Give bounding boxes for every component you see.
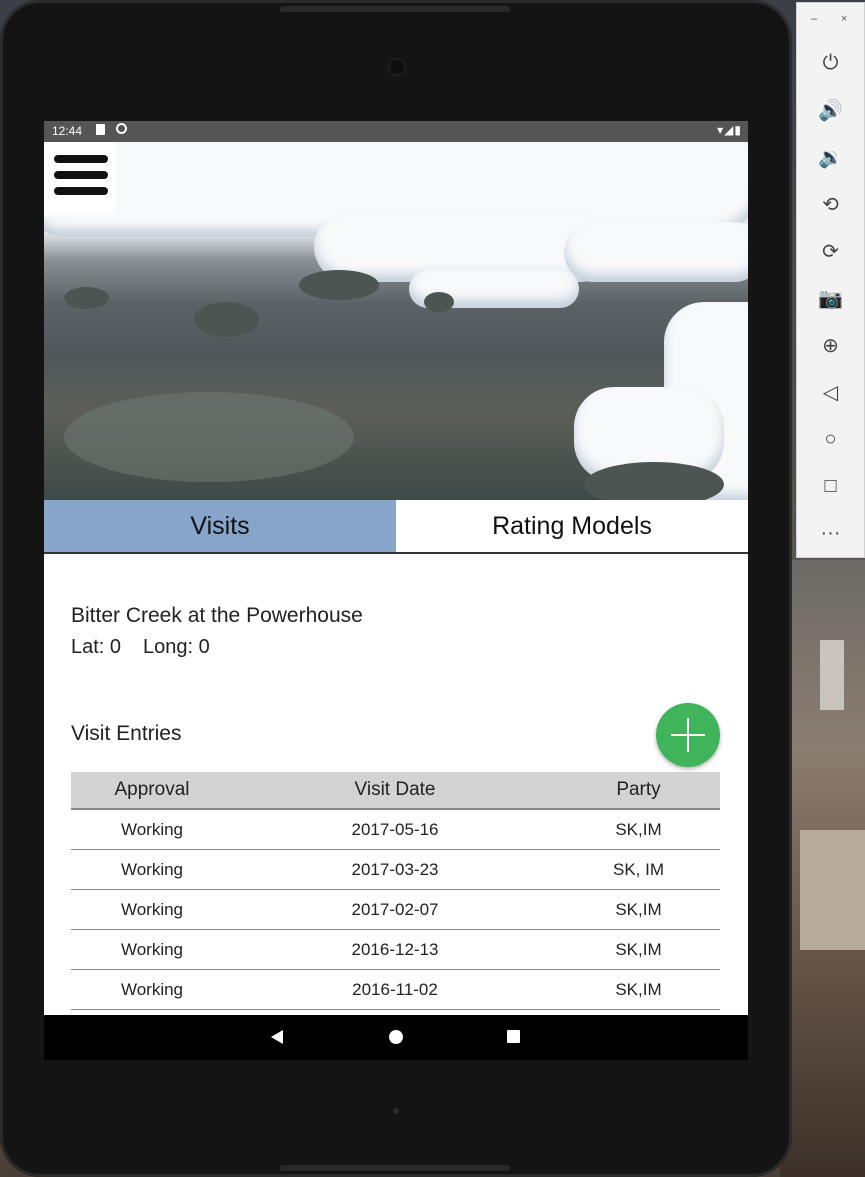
table-row[interactable]: Working 2017-02-07 SK,IM — [71, 890, 720, 930]
visit-date-cell: 2016-11-02 — [352, 979, 438, 999]
hamburger-icon-line — [54, 155, 108, 163]
table-row[interactable]: Working 2017-03-23 SK, IM — [71, 850, 720, 890]
rotate-right-icon[interactable]: ⟳ — [797, 236, 864, 266]
tab-visits[interactable]: Visits — [44, 500, 396, 552]
site-photo — [44, 142, 748, 500]
hamburger-icon-line — [54, 171, 108, 179]
tab-bar: Visits Rating Models — [44, 500, 748, 554]
approval-cell: Working — [120, 939, 184, 959]
nav-recents-icon[interactable] — [507, 1030, 520, 1043]
table-header: Approval Visit Date Party — [71, 772, 720, 810]
longitude: Long: 0 — [143, 636, 210, 658]
party-cell: SK,IM — [615, 979, 662, 999]
table-row[interactable]: Working 2016-12-13 SK,IM — [71, 930, 720, 970]
volume-up-icon[interactable]: 🔊 — [797, 95, 864, 125]
visit-date-cell: 2017-02-07 — [351, 899, 439, 919]
party-cell: SK, IM — [612, 859, 664, 879]
add-visit-button[interactable] — [656, 703, 720, 767]
close-button[interactable]: × — [841, 13, 847, 25]
volume-down-icon[interactable]: 🔉 — [797, 142, 864, 172]
visit-date-cell: 2017-03-23 — [351, 859, 439, 879]
sensor — [393, 1108, 399, 1114]
bezel-top — [280, 6, 510, 12]
tab-rating-models[interactable]: Rating Models — [396, 500, 748, 552]
column-approval: Approval — [114, 779, 190, 800]
column-party: Party — [616, 779, 661, 800]
overview-icon[interactable]: □ — [797, 471, 864, 501]
party-cell: SK,IM — [615, 819, 662, 839]
visit-date-cell: 2017-05-16 — [351, 819, 439, 839]
app-screen: 12:44 ▾◢▮ Visits Rating Models Bitter Cr… — [44, 121, 748, 1060]
table-row[interactable]: Working 2017-05-16 SK,IM — [71, 810, 720, 850]
home-icon[interactable]: ○ — [797, 424, 864, 454]
site-name: Bitter Creek at the Powerhouse — [71, 604, 363, 627]
tablet-frame: 12:44 ▾◢▮ Visits Rating Models Bitter Cr… — [0, 0, 792, 1177]
camera-icon[interactable]: 📷 — [797, 283, 864, 313]
sd-card-icon — [96, 124, 105, 135]
visit-entries-title: Visit Entries — [71, 722, 182, 745]
status-time: 12:44 — [52, 124, 83, 138]
signal-battery-icons: ▾◢▮ — [717, 123, 742, 137]
more-icon[interactable]: ··· — [797, 518, 864, 548]
sync-icon — [116, 123, 127, 134]
zoom-icon[interactable]: ⊕ — [797, 330, 864, 360]
approval-cell: Working — [120, 859, 184, 879]
table-row[interactable]: Working 2016-11-02 SK,IM — [71, 970, 720, 1010]
hamburger-icon-line — [54, 187, 108, 195]
android-nav-bar — [44, 1015, 748, 1060]
column-visit-date: Visit Date — [354, 779, 436, 800]
nav-home-icon[interactable] — [389, 1030, 403, 1044]
latitude: Lat: 0 — [71, 636, 122, 658]
camera-icon — [390, 60, 404, 74]
site-coordinates: Lat: 0 Long: 0 — [71, 636, 232, 659]
nav-back-icon[interactable] — [271, 1030, 283, 1044]
visits-table: Approval Visit Date Party Working 2017-0… — [71, 772, 720, 1010]
bezel-bottom — [280, 1165, 510, 1171]
visit-date-cell: 2016-12-13 — [351, 939, 439, 959]
approval-cell: Working — [120, 819, 184, 839]
desktop-background — [780, 560, 865, 1177]
menu-button[interactable] — [44, 142, 116, 215]
party-cell: SK,IM — [615, 939, 662, 959]
status-bar: 12:44 ▾◢▮ — [44, 121, 748, 142]
power-icon[interactable]: ⏻ — [797, 48, 864, 78]
approval-cell: Working — [120, 979, 184, 999]
approval-cell: Working — [120, 899, 184, 919]
minimize-button[interactable]: – — [811, 13, 817, 25]
back-icon[interactable]: ◁ — [797, 377, 864, 407]
emulator-toolbar: – × ⏻ 🔊 🔉 ⟲ ⟳ 📷 ⊕ ◁ ○ □ ··· — [796, 2, 865, 558]
rotate-left-icon[interactable]: ⟲ — [797, 189, 864, 219]
party-cell: SK,IM — [615, 899, 662, 919]
